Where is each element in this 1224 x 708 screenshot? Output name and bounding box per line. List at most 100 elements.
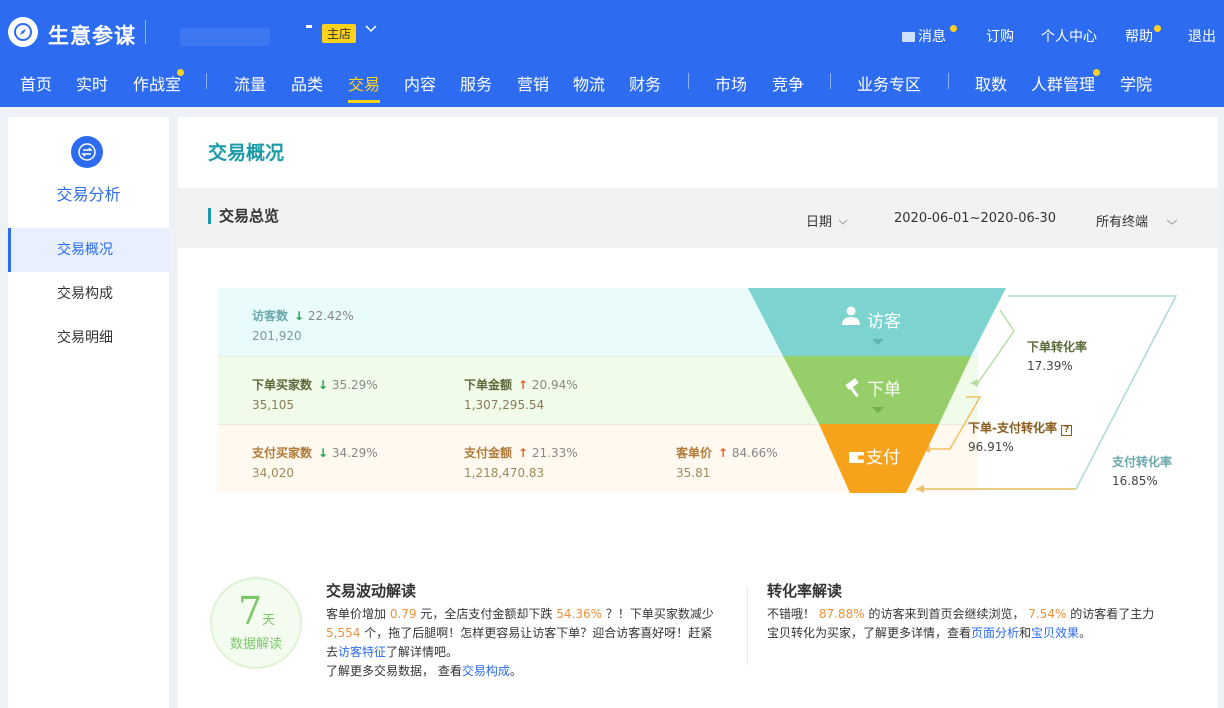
metric-change: 20.94% bbox=[531, 378, 578, 392]
app-title[interactable]: 生意参谋 bbox=[48, 20, 136, 50]
nav-category[interactable]: 品类 bbox=[291, 71, 323, 95]
metric-pay-amount[interactable]: 支付金额 ↑ 21.33% 1,218,470.83 bbox=[464, 444, 578, 480]
pay-rate: 支付转化率 16.85% bbox=[1112, 453, 1172, 488]
badge-subtitle: 数据解读 bbox=[229, 637, 282, 652]
logout-link[interactable]: 退出 bbox=[1188, 26, 1216, 46]
funnel-visitor-label: 访客 bbox=[867, 312, 901, 332]
nav-market[interactable]: 市场 bbox=[715, 71, 747, 95]
order-rate-label: 下单转化率 bbox=[1027, 340, 1088, 354]
metric-label: 下单买家数 bbox=[252, 378, 313, 392]
arrow-up-icon: ↑ bbox=[518, 446, 529, 460]
order-pay-rate: 下单-支付转化率 ? 96.91% bbox=[968, 419, 1073, 454]
mail-icon bbox=[902, 32, 915, 42]
sidebar-title: 交易分析 bbox=[56, 185, 121, 204]
pay-rate-label: 支付转化率 bbox=[1112, 455, 1173, 469]
nav-content[interactable]: 内容 bbox=[404, 71, 436, 95]
date-picker[interactable]: 日期 bbox=[806, 211, 848, 230]
nav-divider bbox=[206, 73, 207, 89]
page-title: 交易概况 bbox=[208, 142, 285, 164]
nav-academy[interactable]: 学院 bbox=[1120, 71, 1152, 95]
nav-finance[interactable]: 财务 bbox=[629, 71, 661, 95]
nav-traffic[interactable]: 流量 bbox=[234, 71, 266, 95]
nav-data-fetch[interactable]: 取数 bbox=[975, 71, 1007, 95]
terminal-select[interactable]: 所有终端 bbox=[1096, 211, 1178, 230]
nav-divider bbox=[948, 73, 949, 89]
date-chevron-icon bbox=[838, 219, 848, 225]
visitor-features-link[interactable]: 访客特征 bbox=[338, 645, 386, 659]
nav-realtime[interactable]: 实时 bbox=[76, 71, 108, 95]
metric-order-amount[interactable]: 下单金额 ↑ 20.94% 1,307,295.54 bbox=[464, 376, 578, 412]
metric-pay-buyers[interactable]: 支付买家数 ↓ 34.29% 34,020 bbox=[252, 444, 378, 480]
nav-divider bbox=[830, 73, 831, 89]
nav-crowd-management[interactable]: 人群管理 bbox=[1031, 71, 1095, 95]
summary-title: 交易总览 bbox=[208, 208, 279, 224]
wallet-icon bbox=[849, 452, 864, 463]
subscribe-link[interactable]: 订购 bbox=[986, 26, 1014, 46]
nav-warroom[interactable]: 作战室 bbox=[133, 71, 181, 95]
warroom-notify-dot bbox=[177, 69, 184, 76]
store-name bbox=[180, 28, 270, 46]
metric-order-buyers[interactable]: 下单买家数 ↓ 35.29% 35,105 bbox=[252, 376, 378, 412]
main-store-badge: 主店 bbox=[322, 24, 357, 43]
store-switch-chevron-icon[interactable] bbox=[364, 22, 378, 40]
compass-logo-icon[interactable] bbox=[8, 17, 38, 47]
interp-divider bbox=[747, 587, 748, 665]
messages-label: 消息 bbox=[918, 29, 946, 45]
nav-marketing[interactable]: 营销 bbox=[517, 71, 549, 95]
volatility-title: 交易波动解读 bbox=[326, 582, 417, 600]
badge-number: 7 bbox=[238, 589, 263, 633]
badge-unit: 天 bbox=[262, 613, 276, 628]
nav-active-indicator bbox=[348, 100, 380, 103]
nav-competition[interactable]: 竞争 bbox=[772, 71, 804, 95]
nav-logistics[interactable]: 物流 bbox=[573, 71, 605, 95]
metric-label: 访客数 bbox=[252, 309, 289, 323]
nav-service[interactable]: 服务 bbox=[460, 71, 492, 95]
trade-composition-link[interactable]: 交易构成 bbox=[462, 664, 510, 678]
conversion-text: 不错哦！ 87.88% 的访客来到首页会继续浏览， 7.54% 的访客看了主力 … bbox=[767, 607, 1155, 640]
funnel-pay-label: 支付 bbox=[866, 448, 900, 468]
order-rate-value: 17.39% bbox=[1027, 359, 1073, 373]
arrow-down-icon: ↓ bbox=[294, 309, 305, 323]
top-header: 生意参谋 主店 消息 订购 个人中心 帮助 退出 首页 实时 作战室 流量 品类… bbox=[0, 0, 1224, 107]
metric-value: 35,105 bbox=[252, 398, 294, 412]
nav-home[interactable]: 首页 bbox=[20, 71, 52, 95]
arrow-down-icon: ↓ bbox=[318, 378, 329, 392]
metric-label: 客单价 bbox=[676, 446, 713, 460]
nav-divider bbox=[688, 73, 689, 89]
order-rate: 下单转化率 17.39% bbox=[1027, 338, 1087, 373]
store-name-mark bbox=[306, 25, 312, 28]
date-label: 日期 bbox=[806, 215, 833, 230]
sidebar-item-detail[interactable]: 交易明细 bbox=[8, 316, 169, 360]
logo-divider bbox=[145, 20, 146, 44]
date-range: 2020-06-01~2020-06-30 bbox=[894, 211, 1056, 226]
nav-business-zone[interactable]: 业务专区 bbox=[857, 71, 921, 95]
metric-change: 35.29% bbox=[331, 378, 378, 392]
arrow-up-icon: ↑ bbox=[518, 378, 529, 392]
metric-change: 21.33% bbox=[531, 446, 578, 460]
main-content: 交易概况 交易总览 日期 2020-06-01~2020-06-30 所有终端 … bbox=[178, 117, 1218, 708]
personal-center-link[interactable]: 个人中心 bbox=[1041, 26, 1097, 46]
summary-bar: 交易总览 日期 2020-06-01~2020-06-30 所有终端 bbox=[178, 188, 1218, 248]
item-effect-link[interactable]: 宝贝效果 bbox=[1031, 626, 1079, 640]
arrow-up-icon: ↑ bbox=[718, 446, 729, 460]
page-analysis-link[interactable]: 页面分析 bbox=[971, 626, 1019, 640]
help-notify-dot bbox=[1154, 25, 1161, 32]
metric-value: 201,920 bbox=[252, 329, 302, 343]
conversion-title: 转化率解读 bbox=[767, 582, 843, 600]
order-pay-rate-label: 下单-支付转化率 bbox=[968, 421, 1057, 435]
metric-value: 34,020 bbox=[252, 466, 294, 480]
help-link[interactable]: 帮助 bbox=[1125, 26, 1153, 46]
metric-change: 22.42% bbox=[307, 309, 354, 323]
nav-trade[interactable]: 交易 bbox=[348, 71, 380, 95]
sidebar-item-overview[interactable]: 交易概况 bbox=[8, 228, 169, 272]
help-icon[interactable]: ? bbox=[1061, 425, 1073, 436]
funnel-order-label: 下单 bbox=[867, 380, 901, 400]
sidebar: 交易分析 交易概况 交易构成 交易明细 bbox=[8, 117, 169, 708]
metric-label: 支付买家数 bbox=[252, 446, 313, 460]
arrow-down-icon: ↓ bbox=[318, 446, 329, 460]
messages-link[interactable]: 消息 bbox=[902, 26, 946, 46]
metric-value: 1,218,470.83 bbox=[464, 466, 545, 480]
pay-rate-value: 16.85% bbox=[1112, 474, 1158, 488]
metric-visitors[interactable]: 访客数 ↓ 22.42% 201,920 bbox=[252, 307, 354, 343]
sidebar-item-composition[interactable]: 交易构成 bbox=[8, 272, 169, 316]
